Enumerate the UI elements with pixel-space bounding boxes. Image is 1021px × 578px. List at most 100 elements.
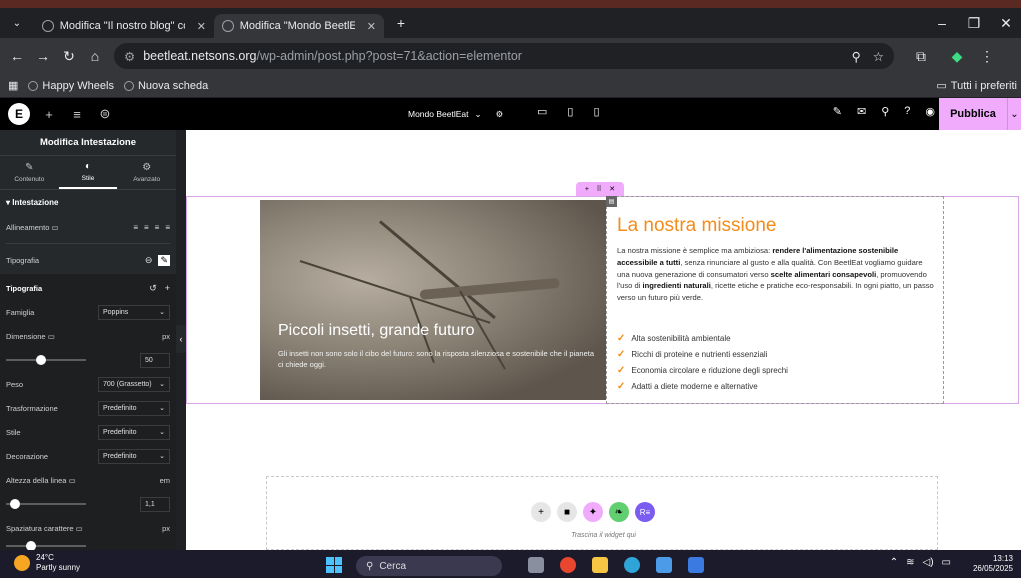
minimize-icon[interactable]: – [931, 15, 953, 31]
chevron-up-icon[interactable]: ⌃ [890, 557, 898, 568]
letter-spacing-slider[interactable] [6, 541, 86, 550]
font-weight-select[interactable]: 700 (Grassetto) ⌄ [98, 376, 170, 392]
publish-options-icon[interactable]: ⌄ [1007, 98, 1021, 130]
lineheight-unit-select[interactable]: em [160, 476, 170, 485]
delete-icon[interactable]: ✕ [609, 185, 615, 193]
mission-heading[interactable]: La nostra missione [617, 215, 776, 237]
mobile-view-icon[interactable]: ▯ [593, 105, 599, 118]
close-icon[interactable]: ✕ [197, 20, 206, 33]
column-handle-icon[interactable]: ▤ [606, 196, 617, 207]
mission-checklist[interactable]: ✓ Alta sostenibilità ambientale ✓ Ricchi d… [617, 330, 935, 394]
page-name[interactable]: Mondo BeetlEat [408, 109, 468, 119]
edge-icon[interactable] [624, 557, 640, 573]
font-size-slider[interactable] [6, 355, 86, 365]
notes-icon[interactable]: ✉ [857, 105, 866, 118]
search-icon[interactable]: ⚲ [881, 105, 889, 118]
chevron-down-icon: ⌄ [159, 429, 165, 436]
help-icon[interactable]: ? [904, 105, 910, 118]
plus-icon[interactable]: + [165, 283, 170, 294]
windows-start-icon[interactable] [326, 557, 342, 573]
new-tab-button[interactable]: + [390, 15, 412, 31]
align-right-icon[interactable]: ≡ [155, 223, 160, 232]
bookmark-happy-wheels[interactable]: Happy Wheels [28, 80, 114, 92]
maximize-icon[interactable]: ❐ [963, 15, 985, 32]
structure-icon[interactable]: ≡ [66, 107, 88, 122]
add-element-icon[interactable]: + [38, 107, 60, 122]
browser-tab-blog[interactable]: Modifica "Il nostro blog" con El ✕ [34, 14, 214, 38]
hero-image[interactable]: Piccoli insetti, grande futuro Gli inset… [260, 200, 606, 400]
wifi-icon[interactable]: ≋ [906, 557, 914, 568]
align-left-icon[interactable]: ≡ [133, 223, 138, 232]
chevron-down-icon: ⌄ [159, 405, 165, 412]
paint-icon[interactable]: ✎ [833, 105, 842, 118]
ai-sparkle-icon[interactable]: ✦ [583, 502, 603, 522]
taskbar-clock[interactable]: 13:13 26/05/2025 [973, 554, 1013, 575]
battery-icon[interactable]: ▭ [942, 557, 951, 568]
align-justify-icon[interactable]: ≡ [165, 223, 170, 232]
site-settings-icon[interactable]: ⊜ [94, 106, 116, 122]
extensions-icon[interactable]: ⧉ [910, 48, 932, 65]
menu-icon[interactable]: ⋮ [976, 48, 998, 65]
weather-widget[interactable]: 24°C Partly sunny [14, 553, 80, 572]
notepad-icon[interactable] [688, 557, 704, 573]
all-bookmarks[interactable]: ▭ Tutti i preferiti [936, 79, 1017, 93]
style-select[interactable]: Predefinito ⌄ [98, 424, 170, 440]
section-intestazione[interactable]: ▾ Intestazione [0, 190, 176, 215]
tab-avanzato[interactable]: ⚙ Avanzato [117, 156, 176, 189]
apps-icon[interactable]: ▦ [8, 79, 18, 92]
star-icon[interactable]: ☆ [873, 49, 884, 64]
envato-icon[interactable]: ❧ [609, 502, 629, 522]
reset-icon[interactable]: ↺ [149, 283, 157, 294]
desktop-view-icon[interactable]: ▭ [537, 105, 547, 118]
system-tray: ⌃ ≋ ◁) ▭ [890, 557, 951, 568]
list-item: ✓ Adatti a diete moderne e alternative [617, 380, 758, 392]
publish-button[interactable]: Pubblica [939, 98, 1007, 130]
font-family-select[interactable]: Poppins ⌄ [98, 304, 170, 320]
store-icon[interactable] [656, 557, 672, 573]
royal-addons-icon[interactable]: R≡ [635, 502, 655, 522]
forward-icon[interactable]: → [32, 48, 54, 64]
site-info-icon[interactable]: ⚙ [124, 49, 135, 64]
align-center-icon[interactable]: ≡ [144, 223, 149, 232]
collapse-panel-icon[interactable]: ‹ [176, 325, 186, 353]
tab-search-icon[interactable]: ⌄ [6, 18, 28, 29]
section-handle[interactable]: + ⠿ ✕ [576, 182, 624, 196]
zoom-icon[interactable]: ⚲ [852, 49, 861, 64]
bookmark-nuova-scheda[interactable]: Nuova scheda [123, 80, 208, 92]
back-icon[interactable]: ← [6, 48, 28, 64]
font-size-input[interactable]: 50 [140, 352, 170, 368]
window-close-icon[interactable]: ✕ [995, 15, 1017, 32]
tablet-view-icon[interactable]: ▯ [567, 105, 573, 118]
browser-tab-mondo[interactable]: Modifica "Mondo BeetlEat" con ✕ [214, 14, 384, 38]
chrome-icon[interactable] [560, 557, 576, 573]
add-icon[interactable]: + [585, 186, 589, 193]
size-unit-select[interactable]: px [162, 332, 170, 341]
tab-stile[interactable]: ◐ Stile [58, 156, 118, 189]
drag-icon[interactable]: ⠿ [597, 185, 602, 193]
home-icon[interactable]: ⌂ [84, 48, 106, 64]
extension-green-icon[interactable]: ◆ [946, 48, 968, 65]
decoration-select[interactable]: Predefinito ⌄ [98, 448, 170, 464]
chevron-down-icon[interactable]: ⌄ [474, 109, 481, 120]
file-explorer-icon[interactable] [592, 557, 608, 573]
add-section-icon[interactable]: + [531, 502, 551, 522]
task-view-icon[interactable] [528, 557, 544, 573]
volume-icon[interactable]: ◁) [923, 557, 934, 568]
preview-icon[interactable]: ◉ [925, 105, 935, 118]
alignment-buttons[interactable]: ≡ ≡ ≡ ≡ [133, 223, 170, 232]
edit-pencil-icon[interactable]: ✎ [158, 254, 170, 266]
page-settings-icon[interactable]: ⚙ [496, 109, 504, 120]
transform-select[interactable]: Predefinito ⌄ [98, 400, 170, 416]
globe-icon[interactable]: ⊖ [145, 255, 153, 266]
reload-icon[interactable]: ↻ [58, 48, 80, 65]
close-icon[interactable]: ✕ [367, 20, 376, 33]
template-folder-icon[interactable]: ■ [557, 502, 577, 522]
mission-paragraph[interactable]: La nostra missione è semplice ma ambizio… [617, 245, 935, 304]
spacing-unit-select[interactable]: px [162, 524, 170, 533]
taskbar-search[interactable]: ⚲ Cerca [356, 556, 502, 576]
line-height-input[interactable]: 1,1 [140, 496, 170, 512]
line-height-slider[interactable] [6, 499, 86, 509]
url-input[interactable]: ⚙ beetleat.netsons.org /wp-admin/post.ph… [114, 43, 894, 69]
elementor-logo-icon[interactable]: E [8, 103, 30, 125]
tab-contenuto[interactable]: ✎ Contenuto [0, 156, 59, 189]
